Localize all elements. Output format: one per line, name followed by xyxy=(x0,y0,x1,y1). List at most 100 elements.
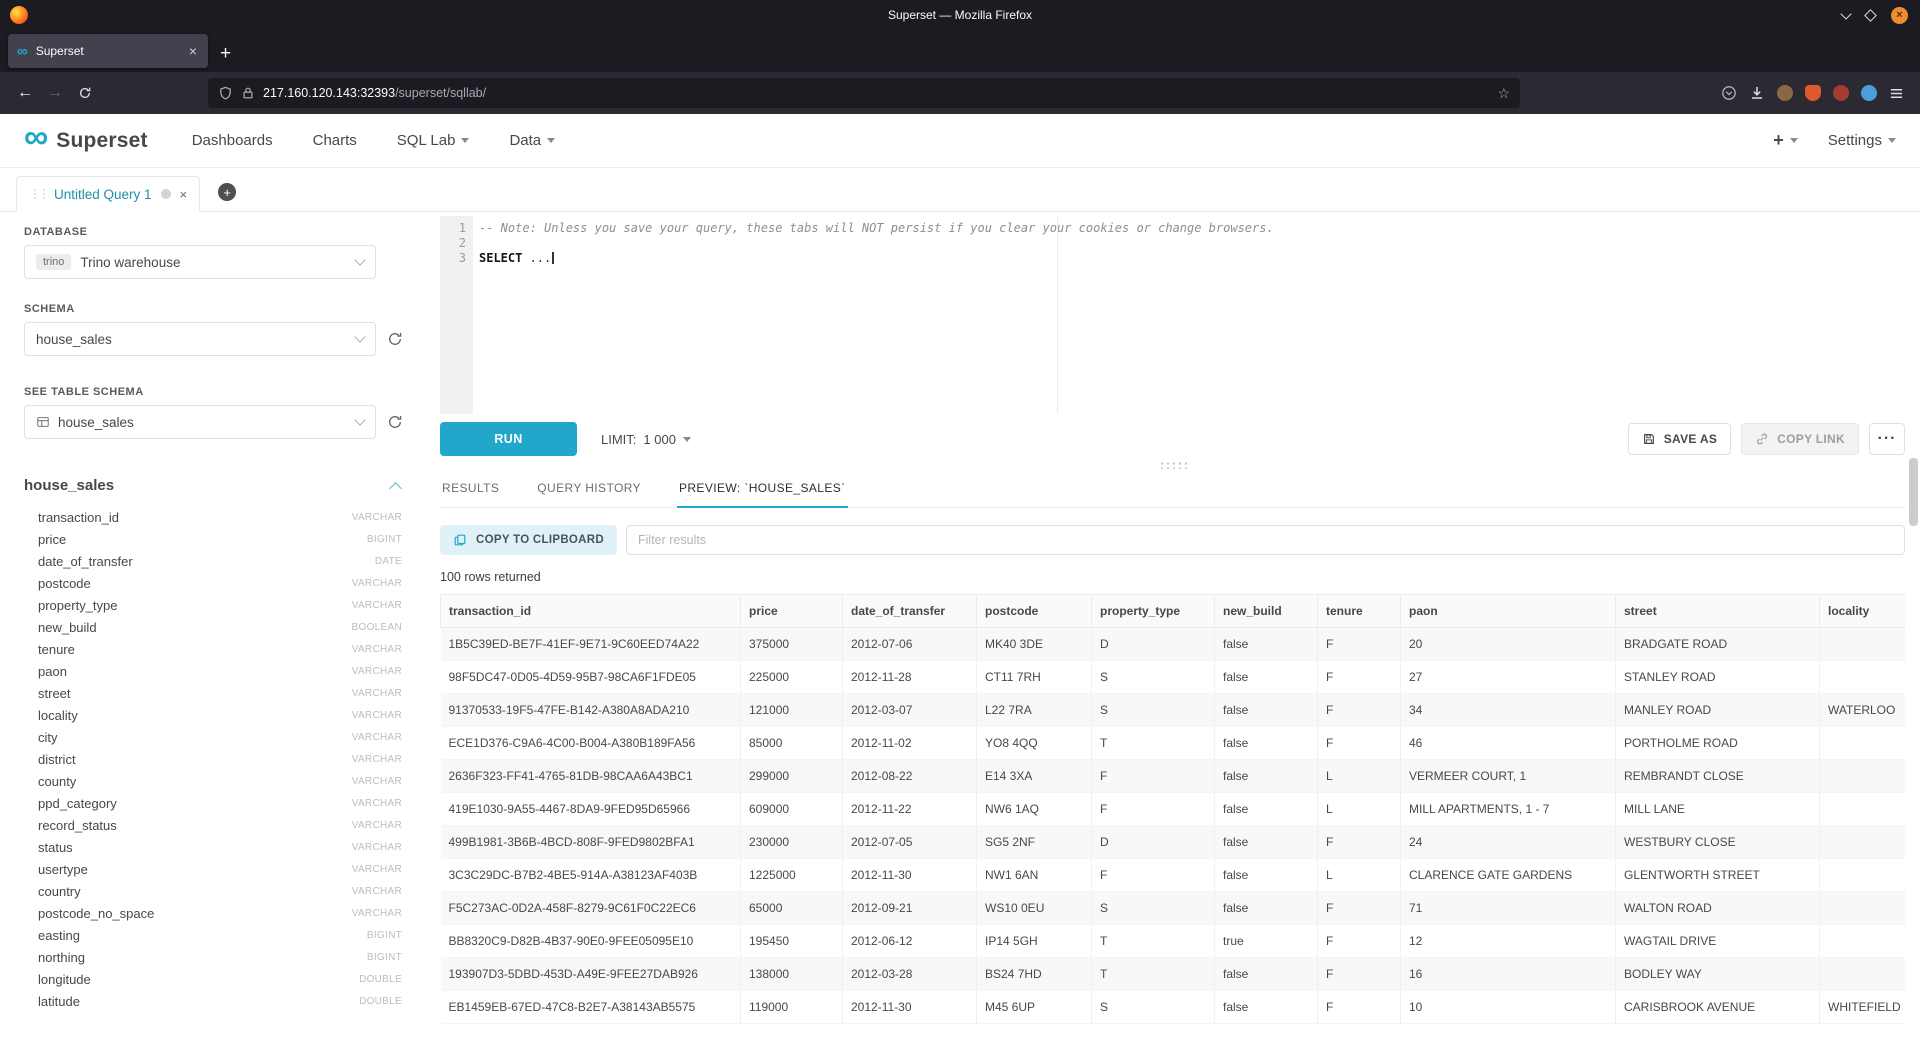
reload-button[interactable] xyxy=(70,78,100,108)
browser-tab[interactable]: ∞ Superset × xyxy=(8,34,208,68)
schema-column-easting[interactable]: eastingBIGINT xyxy=(24,924,404,946)
schema-column-northing[interactable]: northingBIGINT xyxy=(24,946,404,968)
url-text[interactable]: 217.160.120.143:32393/superset/sqllab/ xyxy=(263,86,486,100)
lock-icon[interactable] xyxy=(241,86,255,100)
table-row[interactable]: 98F5DC47-0D05-4D59-95B7-98CA6F1FDE052250… xyxy=(441,661,1906,694)
results-tab-preview[interactable]: PREVIEW: `HOUSE_SALES` xyxy=(677,474,848,508)
schema-column-postcode_no_space[interactable]: postcode_no_spaceVARCHAR xyxy=(24,902,404,924)
nav-item-data[interactable]: Data xyxy=(509,132,555,149)
schema-select[interactable]: house_sales xyxy=(24,322,376,356)
column-header-property_type[interactable]: property_type xyxy=(1092,595,1215,628)
column-header-price[interactable]: price xyxy=(741,595,843,628)
save-as-button[interactable]: SAVE AS xyxy=(1628,423,1731,455)
nav-item-dashboards[interactable]: Dashboards xyxy=(192,132,273,149)
editor-code[interactable]: -- Note: Unless you save your query, the… xyxy=(473,216,1905,414)
extension-icon-1[interactable] xyxy=(1777,85,1793,101)
nav-item-charts[interactable]: Charts xyxy=(313,132,357,149)
table-row[interactable]: 499B1981-3B6B-4BCD-808F-9FED9802BFA12300… xyxy=(441,826,1906,859)
table-row[interactable]: 1B5C39ED-BE7F-41EF-9E71-9C60EED74A223750… xyxy=(441,628,1906,661)
results-tab-results[interactable]: RESULTS xyxy=(440,474,501,507)
schema-column-paon[interactable]: paonVARCHAR xyxy=(24,660,404,682)
table-row[interactable]: 2636F323-FF41-4765-81DB-98CAA6A43BC12990… xyxy=(441,760,1906,793)
chevron-up-icon[interactable] xyxy=(389,482,402,495)
schema-column-latitude[interactable]: latitudeDOUBLE xyxy=(24,990,404,1012)
filter-results-input[interactable] xyxy=(626,525,1905,555)
column-header-new_build[interactable]: new_build xyxy=(1215,595,1318,628)
database-select[interactable]: trino Trino warehouse xyxy=(24,245,376,279)
schema-column-usertype[interactable]: usertypeVARCHAR xyxy=(24,858,404,880)
table-select[interactable]: house_sales xyxy=(24,405,376,439)
schema-column-record_status[interactable]: record_statusVARCHAR xyxy=(24,814,404,836)
schema-column-transaction_id[interactable]: transaction_idVARCHAR xyxy=(24,506,404,528)
schema-column-date_of_transfer[interactable]: date_of_transferDATE xyxy=(24,550,404,572)
shield-icon[interactable] xyxy=(218,86,233,101)
back-button[interactable]: ← xyxy=(10,78,40,108)
schema-column-price[interactable]: priceBIGINT xyxy=(24,528,404,550)
schema-column-tenure[interactable]: tenureVARCHAR xyxy=(24,638,404,660)
copy-link-button[interactable]: COPY LINK xyxy=(1741,423,1859,455)
table-cell: BB8320C9-D82B-4B37-90E0-9FEE05095E10 xyxy=(441,925,741,958)
schema-column-locality[interactable]: localityVARCHAR xyxy=(24,704,404,726)
column-header-tenure[interactable]: tenure xyxy=(1318,595,1401,628)
schema-column-ppd_category[interactable]: ppd_categoryVARCHAR xyxy=(24,792,404,814)
column-header-postcode[interactable]: postcode xyxy=(977,595,1092,628)
add-query-tab-button[interactable]: + xyxy=(218,183,236,201)
schema-column-street[interactable]: streetVARCHAR xyxy=(24,682,404,704)
table-row[interactable]: ECE1D376-C9A6-4C00-B004-A380B189FA568500… xyxy=(441,727,1906,760)
hamburger-menu-icon[interactable] xyxy=(1889,86,1904,101)
extension-icon-2[interactable] xyxy=(1805,85,1821,101)
table-row[interactable]: F5C273AC-0D2A-458F-8279-9C61F0C22EC66500… xyxy=(441,892,1906,925)
add-new-menu[interactable]: + xyxy=(1773,130,1798,151)
schema-column-status[interactable]: statusVARCHAR xyxy=(24,836,404,858)
schema-column-new_build[interactable]: new_buildBOOLEAN xyxy=(24,616,404,638)
pane-splitter[interactable] xyxy=(440,460,1905,470)
schema-column-country[interactable]: countryVARCHAR xyxy=(24,880,404,902)
extension-icon-3[interactable] xyxy=(1833,85,1849,101)
column-header-locality[interactable]: locality xyxy=(1820,595,1906,628)
table-row[interactable]: 3C3C29DC-B7B2-4BE5-914A-A38123AF403B1225… xyxy=(441,859,1906,892)
superset-brand[interactable]: ∞ Superset xyxy=(24,129,148,153)
page-scrollbar-thumb[interactable] xyxy=(1909,458,1918,526)
schema-column-city[interactable]: cityVARCHAR xyxy=(24,726,404,748)
schema-column-county[interactable]: countyVARCHAR xyxy=(24,770,404,792)
refresh-table-icon[interactable] xyxy=(386,413,404,431)
more-options-button[interactable]: ··· xyxy=(1869,423,1905,455)
extension-icon-4[interactable] xyxy=(1861,85,1877,101)
column-header-street[interactable]: street xyxy=(1616,595,1820,628)
downloads-icon[interactable] xyxy=(1749,85,1765,101)
results-table-wrap[interactable]: transaction_idpricedate_of_transferpostc… xyxy=(440,594,1905,1042)
schema-column-district[interactable]: districtVARCHAR xyxy=(24,748,404,770)
table-row[interactable]: 91370533-19F5-47FE-B142-A380A8ADA2101210… xyxy=(441,694,1906,727)
settings-menu[interactable]: Settings xyxy=(1828,132,1896,149)
tab-close-icon[interactable]: × xyxy=(187,43,199,59)
column-header-paon[interactable]: paon xyxy=(1401,595,1616,628)
close-window-button[interactable]: × xyxy=(1891,7,1908,24)
table-row[interactable]: BB8320C9-D82B-4B37-90E0-9FEE05095E101954… xyxy=(441,925,1906,958)
maximize-icon[interactable] xyxy=(1864,9,1877,22)
window-menu-chevron-icon[interactable] xyxy=(1840,8,1851,19)
limit-dropdown[interactable]: LIMIT: 1 000 xyxy=(601,432,691,447)
schema-column-longitude[interactable]: longitudeDOUBLE xyxy=(24,968,404,990)
refresh-schema-icon[interactable] xyxy=(386,330,404,348)
query-tab-active[interactable]: ⋮⋮ Untitled Query 1 × xyxy=(16,176,200,212)
schema-column-postcode[interactable]: postcodeVARCHAR xyxy=(24,572,404,594)
column-header-transaction_id[interactable]: transaction_id xyxy=(441,595,741,628)
schema-column-property_type[interactable]: property_typeVARCHAR xyxy=(24,594,404,616)
run-button[interactable]: RUN xyxy=(440,422,577,456)
column-header-date_of_transfer[interactable]: date_of_transfer xyxy=(843,595,977,628)
table-row[interactable]: EB1459EB-67ED-47C8-B2E7-A38143AB55751190… xyxy=(441,991,1906,1024)
sql-editor[interactable]: 123 -- Note: Unless you save your query,… xyxy=(440,216,1905,414)
nav-item-sql-lab[interactable]: SQL Lab xyxy=(397,132,470,149)
table-row[interactable]: 193907D3-5DBD-453D-A49E-9FEE27DAB9261380… xyxy=(441,958,1906,991)
drag-handle-icon[interactable]: ⋮⋮ xyxy=(29,187,47,201)
table-schema-header[interactable]: house_sales xyxy=(24,477,404,494)
url-bar[interactable]: 217.160.120.143:32393/superset/sqllab/ ☆ xyxy=(208,78,1520,108)
forward-button[interactable]: → xyxy=(40,78,70,108)
pocket-icon[interactable] xyxy=(1721,85,1737,101)
copy-to-clipboard-button[interactable]: COPY TO CLIPBOARD xyxy=(440,525,617,555)
table-row[interactable]: 419E1030-9A55-4467-8DA9-9FED95D659666090… xyxy=(441,793,1906,826)
close-query-tab-icon[interactable]: × xyxy=(180,187,188,202)
bookmark-star-icon[interactable]: ☆ xyxy=(1497,85,1510,102)
results-tab-query-history[interactable]: QUERY HISTORY xyxy=(535,474,643,507)
new-tab-button[interactable]: + xyxy=(220,44,231,63)
